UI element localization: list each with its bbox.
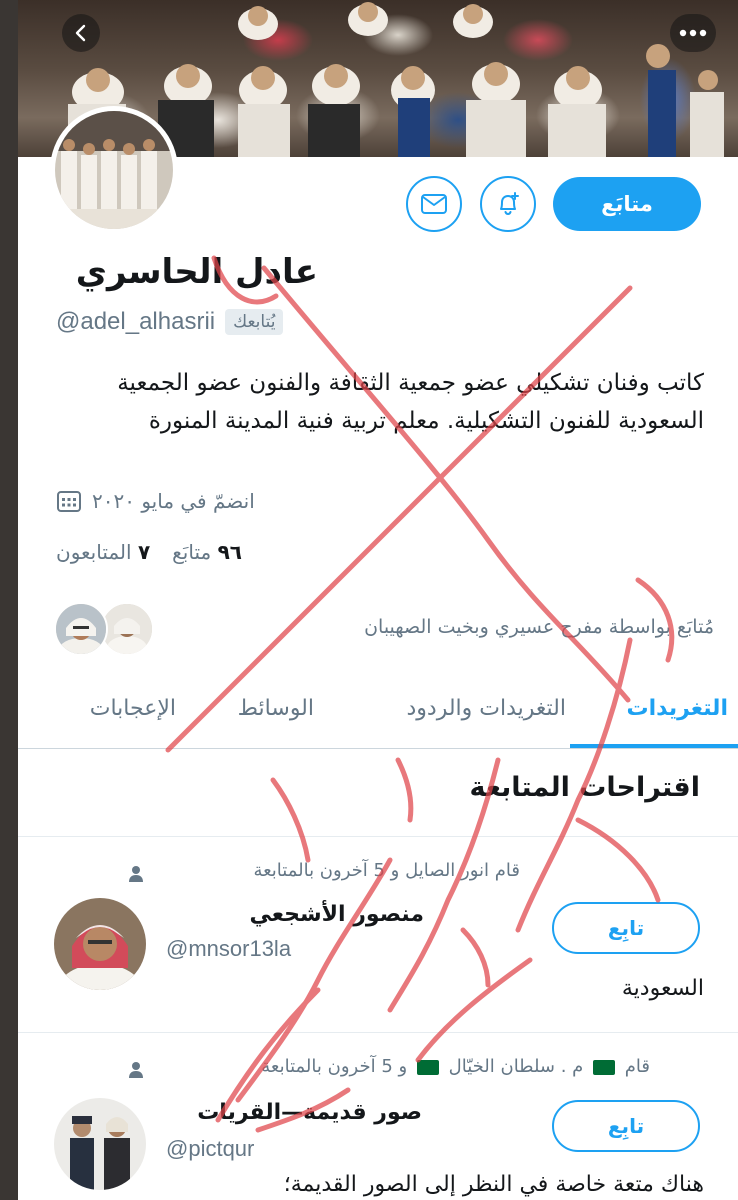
context-end: و 5 آخرون بالمتابعة [261,1056,408,1077]
joined-date: انضمّ في مايو ٢٠٢٠ [92,489,255,513]
bell-plus-icon [500,192,519,216]
suggestion-handle: @mnsor13la [166,936,292,961]
profile-name: عادل الحاسري [75,252,318,292]
notifications-button[interactable] [480,176,536,232]
profile-bio: كاتب وفنان تشكيلي عضو جمعية الثقافة والف… [117,370,704,434]
person-icon [129,866,143,882]
suggestion-bio: السعودية [621,976,704,1001]
suggestions-title: اقتراحات المتابعة [469,772,700,803]
suggestion-name: منصور الأشجعي [249,902,425,927]
suggestion-handle: @pictqur [166,1136,255,1161]
follow-stats: ٩٦ متابَع ٧ المتابعون [56,540,242,564]
follower-avatar [100,602,154,656]
handle-row: @adel_alhasrii يُتابعك [56,308,284,336]
calendar-icon [57,491,81,512]
person-icon [129,1062,143,1078]
suggestion-context: قام م . سلطان الخيّال و 5 آخرون بالمتابع… [261,1056,650,1077]
followers-count: ٧ [137,540,151,564]
follower-avatar [54,602,108,656]
profile-tabs: التغريدات التغريدات والردود الوسائط الإع… [18,686,738,750]
suggestion-name: صور قديمة—القريات [197,1100,422,1125]
device-edge [0,0,18,1200]
following-count: ٩٦ [217,540,242,564]
followed-by-row[interactable]: مُتابَع بواسطة مفرح عسيري وبخيت الصهيبان [54,600,714,666]
back-button[interactable] [62,14,100,52]
saudi-flag-icon [593,1059,616,1075]
profile-avatar[interactable] [50,106,178,234]
envelope-icon [421,194,447,214]
context-start: قام [624,1056,650,1077]
follow-button[interactable]: تابِع [552,902,700,954]
suggestion-card[interactable]: قام انور الصايل و 5 آخرون بالمتابعة منصو… [18,836,738,1032]
message-button[interactable] [406,176,462,232]
tab-media[interactable]: الوسائط [238,696,314,721]
follows-you-badge: يُتابعك [225,309,284,335]
suggestion-avatar [54,898,146,990]
profile-handle: @adel_alhasrii [56,308,216,335]
suggestion-context: قام انور الصايل و 5 آخرون بالمتابعة [253,860,520,881]
following-stat[interactable]: ٩٦ متابَع [172,540,242,564]
followers-stat[interactable]: ٧ المتابعون [56,540,150,564]
context-mid: م . سلطان الخيّال [448,1056,584,1077]
joined-date-row: انضمّ في مايو ٢٠٢٠ [56,488,255,514]
more-button[interactable] [670,14,716,52]
following-button[interactable]: متابَع [553,177,701,231]
followers-label: المتابعون [56,540,132,564]
followed-by-text: مُتابَع بواسطة مفرح عسيري وبخيت الصهيبان [364,616,714,638]
avatar-photo [55,111,173,229]
tabs-divider [18,748,738,749]
saudi-flag-icon [416,1059,439,1075]
suggestion-card[interactable]: قام م . سلطان الخيّال و 5 آخرون بالمتابع… [18,1032,738,1200]
tab-tweets[interactable]: التغريدات [626,696,728,721]
chevron-left-icon [75,24,86,42]
suggestion-bio: هناك متعة خاصة في النظر إلى الصور القديم… [283,1172,704,1197]
follow-button[interactable]: تابِع [552,1100,700,1152]
tab-tweets-replies[interactable]: التغريدات والردود [407,696,567,721]
following-label: متابَع [172,540,212,564]
more-horizontal-icon [679,29,707,37]
profile-screen: متابَع عادل الحاسري @adel_alhasrii يُتاب… [18,0,738,1200]
tab-likes[interactable]: الإعجابات [90,696,176,721]
suggestion-avatar [54,1098,146,1190]
